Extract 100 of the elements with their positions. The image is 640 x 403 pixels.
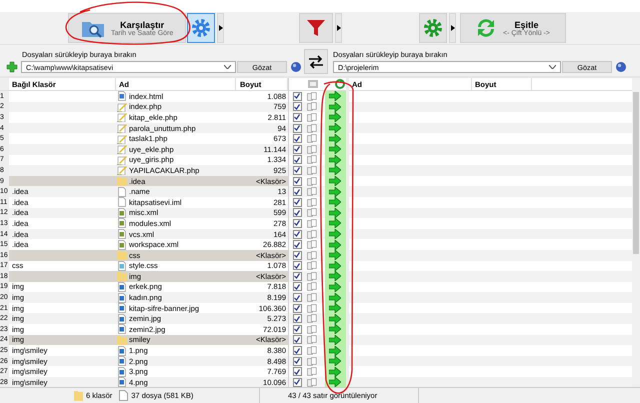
right-arrow-icon <box>329 282 342 292</box>
right-arrow-icon <box>329 324 342 334</box>
right-arrow-icon <box>329 186 342 197</box>
settings-icon <box>423 18 443 38</box>
checkbox[interactable] <box>293 356 302 366</box>
refresh-icon <box>475 17 497 39</box>
checkbox[interactable] <box>293 293 302 302</box>
folder-icon <box>117 250 127 260</box>
folder-icon <box>117 176 127 186</box>
file-icon <box>119 390 128 401</box>
file-pencil-icon <box>117 165 127 176</box>
right-arrow-icon <box>329 240 342 250</box>
checkbox[interactable] <box>293 187 302 196</box>
right-arrow-icon <box>329 102 342 112</box>
caret-icon <box>450 25 454 31</box>
settings-icon <box>191 18 211 38</box>
caret-icon <box>218 25 222 31</box>
settings-button[interactable] <box>187 13 215 43</box>
checkbox[interactable] <box>293 335 302 344</box>
checkbox[interactable] <box>293 102 302 112</box>
right-arrow-icon <box>329 260 342 271</box>
right-arrow-icon <box>329 176 342 186</box>
swap-arrows-icon <box>308 54 324 68</box>
right-arrow-icon <box>329 218 342 228</box>
right-arrow-icon <box>329 314 342 324</box>
globe-icon[interactable] <box>291 62 301 72</box>
file-pencil-icon <box>117 123 127 134</box>
right-arrow-icon <box>329 366 342 377</box>
checkbox[interactable] <box>293 155 302 164</box>
right-arrow-icon <box>329 144 342 154</box>
right-arrow-icon <box>329 303 342 314</box>
file-icon <box>117 260 127 271</box>
right-arrow-icon <box>329 154 342 165</box>
right-arrow-icon <box>329 292 342 303</box>
right-arrow-icon <box>329 91 342 102</box>
right-arrow-icon <box>329 197 342 208</box>
file-icon <box>117 366 127 377</box>
caret-icon <box>336 25 340 31</box>
file-icon <box>117 218 127 228</box>
checkbox[interactable] <box>293 272 302 281</box>
right-arrow-icon <box>329 123 342 134</box>
file-icon <box>117 186 127 197</box>
file-icon <box>117 292 127 303</box>
checkbox[interactable] <box>293 304 302 313</box>
add-icon[interactable] <box>6 61 18 73</box>
right-arrow-icon <box>329 229 342 240</box>
checkbox[interactable] <box>293 346 302 356</box>
right-arrow-icon <box>329 112 342 122</box>
file-icon <box>117 303 127 314</box>
file-icon <box>117 314 127 324</box>
checkbox[interactable] <box>293 144 302 154</box>
file-icon <box>117 208 127 218</box>
checkbox[interactable] <box>293 378 302 387</box>
file-icon <box>117 324 127 334</box>
filter-button[interactable] <box>299 13 333 43</box>
globe-icon[interactable] <box>616 62 626 72</box>
right-arrow-icon <box>329 208 342 218</box>
checkbox[interactable] <box>293 261 302 270</box>
checkbox[interactable] <box>293 134 302 144</box>
right-arrow-icon <box>329 346 342 356</box>
file-icon <box>117 197 127 208</box>
scrollbar[interactable] <box>632 78 640 387</box>
checkbox[interactable] <box>293 208 302 218</box>
chevron-icon <box>549 65 556 69</box>
file-pencil-icon <box>117 112 127 122</box>
checkbox[interactable] <box>293 218 302 228</box>
checkbox[interactable] <box>293 92 302 101</box>
checkbox[interactable] <box>293 240 302 250</box>
checkbox[interactable] <box>293 250 302 260</box>
file-icon <box>117 240 127 250</box>
file-icon <box>117 229 127 240</box>
file-pencil-icon <box>117 154 127 165</box>
checkbox[interactable] <box>293 198 302 207</box>
filter-icon <box>306 18 326 38</box>
folder-icon <box>117 334 127 345</box>
checkbox[interactable] <box>293 124 302 133</box>
chevron-icon <box>224 65 231 69</box>
checkbox[interactable] <box>293 314 302 324</box>
right-arrow-icon <box>329 165 342 176</box>
file-icon <box>117 346 127 356</box>
checkbox[interactable] <box>293 282 302 292</box>
file-pencil-icon <box>117 144 127 154</box>
file-icon <box>117 377 127 387</box>
right-arrow-icon <box>329 134 342 144</box>
folder-icon <box>117 271 127 282</box>
checkbox[interactable] <box>293 324 302 334</box>
swap-button[interactable] <box>304 49 328 74</box>
checkbox[interactable] <box>293 230 302 239</box>
right-arrow-icon <box>329 356 342 366</box>
folder-icon <box>74 390 83 401</box>
right-arrow-icon <box>329 377 342 387</box>
right-arrow-icon <box>329 334 342 345</box>
right-arrow-icon <box>329 250 342 260</box>
checkbox[interactable] <box>293 176 302 186</box>
checkbox[interactable] <box>293 367 302 376</box>
checkbox[interactable] <box>293 112 302 122</box>
file-pencil-icon <box>117 134 127 144</box>
right-arrow-icon <box>329 271 342 282</box>
sync-action-icon[interactable] <box>335 79 345 89</box>
checkbox[interactable] <box>293 166 302 175</box>
